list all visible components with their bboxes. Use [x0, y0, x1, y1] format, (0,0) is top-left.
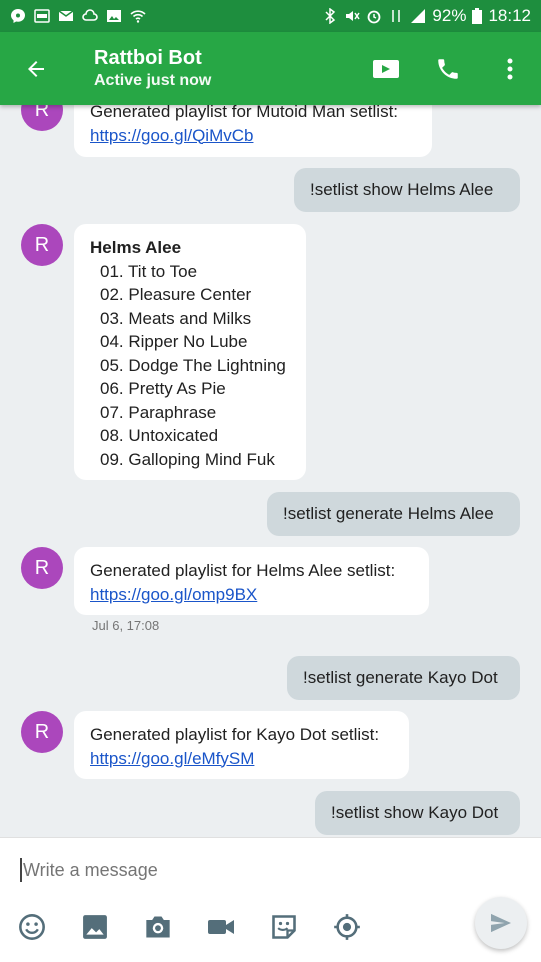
alarm-icon: [368, 10, 381, 24]
message-text: !setlist generate Helms Alee: [283, 504, 494, 523]
location-icon: [334, 914, 360, 940]
composer: Write a message: [0, 837, 541, 962]
track-item: 04. Ripper No Lube: [100, 332, 248, 351]
sticker-button[interactable]: [269, 912, 299, 942]
app-bar: Rattboi Bot Active just now: [0, 32, 541, 105]
incoming-message[interactable]: Generated playlist for Helms Alee setlis…: [74, 547, 429, 615]
track-item: 02. Pleasure Center: [100, 285, 252, 304]
location-button[interactable]: [332, 912, 362, 942]
app-bar-actions: [355, 32, 541, 105]
conversation-title[interactable]: Rattboi Bot Active just now: [72, 46, 355, 92]
video-icon: [208, 920, 234, 934]
clock: 18:12: [488, 6, 531, 25]
track-item: 09. Galloping Mind Fuk: [100, 449, 275, 469]
phone-button[interactable]: [417, 32, 479, 105]
send-button[interactable]: [475, 897, 527, 949]
message-link[interactable]: https://goo.gl/eMfySM: [90, 747, 393, 771]
track-item: 07. Paraphrase: [100, 402, 217, 422]
emoji-button[interactable]: [17, 912, 47, 942]
message-input[interactable]: Write a message: [20, 858, 460, 882]
camera-button[interactable]: [143, 912, 173, 942]
message-text: !setlist generate Kayo Dot: [303, 668, 498, 687]
camera-icon: [146, 916, 170, 938]
message-list[interactable]: R Generated playlist for Mutoid Man setl…: [0, 105, 541, 837]
system-status: 92% 18:12: [322, 6, 531, 26]
contact-status: Active just now: [94, 71, 212, 89]
mute-icon: [346, 11, 361, 21]
message-text: Generated playlist for Helms Alee setlis…: [90, 561, 396, 580]
track-item: 06. Pretty As Pie: [100, 379, 226, 398]
message-link[interactable]: https://goo.gl/QiMvCb: [90, 124, 416, 148]
back-arrow-icon: [28, 60, 44, 77]
more-options-button[interactable]: [479, 32, 541, 105]
setlist-title: Helms Alee: [90, 238, 182, 257]
track-item: 05. Dodge The Lightning: [100, 355, 286, 375]
image-icon: [83, 915, 107, 939]
battery-icon: [472, 8, 483, 24]
photo-icon: [107, 10, 121, 22]
mail-icon: [58, 10, 74, 21]
message-text: !setlist show Helms Alee: [310, 180, 494, 199]
message-text: Generated playlist for Kayo Dot setlist:: [90, 725, 380, 744]
outgoing-message[interactable]: !setlist show Kayo Dot: [315, 791, 520, 835]
avatar[interactable]: R: [21, 547, 63, 589]
track-item: 01. Tit to Toe: [100, 261, 198, 281]
incoming-message[interactable]: Generated playlist for Mutoid Man setlis…: [74, 105, 432, 157]
cloud-sync-icon: [82, 9, 98, 21]
video-call-icon: [373, 59, 399, 78]
bluetooth-icon: [325, 8, 336, 24]
emoji-icon: [19, 914, 45, 940]
track-item: 03. Meats and Milks: [100, 308, 252, 328]
notification-icons: [10, 8, 146, 24]
back-button[interactable]: [0, 32, 72, 105]
wifi-lock-icon: [130, 10, 146, 23]
send-icon: [491, 913, 511, 933]
composer-toolbar: [0, 912, 541, 952]
video-button[interactable]: [206, 912, 236, 942]
incoming-message[interactable]: Generated playlist for Kayo Dot setlist:…: [74, 711, 409, 779]
data-icon: [392, 10, 401, 22]
avatar[interactable]: R: [21, 711, 63, 753]
signal-icon: [411, 9, 426, 23]
more-vert-icon: [507, 58, 513, 79]
avatar[interactable]: R: [21, 105, 63, 131]
phone-icon: [438, 58, 458, 79]
status-bar: 92% 18:12: [0, 0, 541, 32]
contact-name: Rattboi Bot: [94, 46, 202, 69]
outgoing-message[interactable]: !setlist show Helms Alee: [294, 168, 520, 212]
outgoing-message[interactable]: !setlist generate Helms Alee: [267, 492, 520, 536]
incoming-message[interactable]: Helms Alee 01. Tit to Toe 02. Pleasure C…: [74, 224, 306, 480]
sticker-icon: [272, 915, 296, 939]
message-link[interactable]: https://goo.gl/omp9BX: [90, 583, 413, 607]
hbo-icon: [34, 9, 50, 23]
battery-percent: 92%: [432, 6, 467, 25]
message-timestamp: Jul 6, 17:08: [92, 618, 160, 633]
gallery-button[interactable]: [80, 912, 110, 942]
video-call-button[interactable]: [355, 32, 417, 105]
messenger-icon: [11, 9, 25, 23]
outgoing-message[interactable]: !setlist generate Kayo Dot: [287, 656, 520, 700]
avatar[interactable]: R: [21, 224, 63, 266]
track-item: 08. Untoxicated: [100, 426, 219, 445]
message-text: Generated playlist for Mutoid Man setlis…: [90, 105, 399, 121]
message-text: !setlist show Kayo Dot: [331, 803, 499, 822]
